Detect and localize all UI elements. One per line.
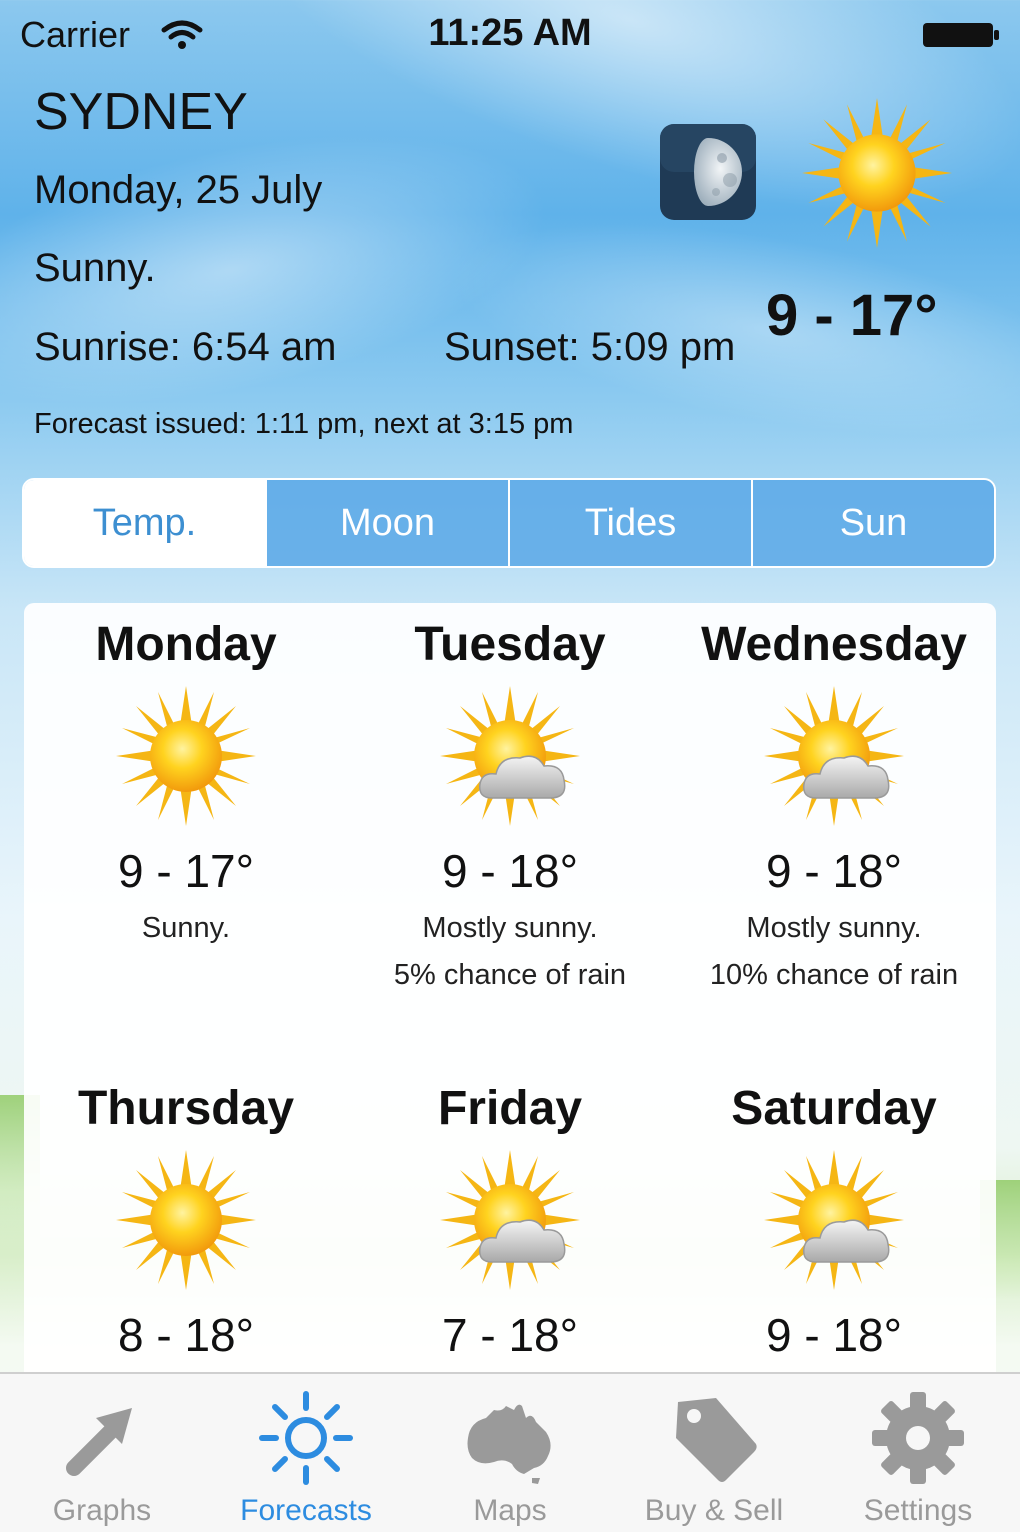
status-time: 11:25 AM bbox=[428, 12, 592, 54]
sunrise-time: Sunrise: 6:54 am bbox=[34, 325, 337, 369]
tab-bar: Graphs Forecasts Maps Buy & Sell Setting… bbox=[0, 1372, 1020, 1532]
sunset-time: Sunset: 5:09 pm bbox=[444, 325, 736, 369]
tab-label: Graphs bbox=[52, 1494, 152, 1527]
forecast-day-wednesday[interactable]: Wednesday 9 - 18° Mostly sunny. 10% chan… bbox=[672, 603, 996, 992]
sun-cloud-icon bbox=[440, 686, 580, 826]
current-date: Monday, 25 July bbox=[34, 168, 323, 212]
status-bar: Carrier 11:25 AM bbox=[0, 0, 1020, 70]
day-name: Saturday bbox=[731, 1082, 937, 1135]
day-name: Friday bbox=[437, 1082, 583, 1135]
day-temp-range: 9 - 18° bbox=[441, 845, 579, 897]
tab-label: Maps bbox=[473, 1494, 547, 1527]
segment-moon[interactable]: Moon bbox=[265, 480, 508, 566]
arrow-icon bbox=[66, 1408, 132, 1476]
day-description: Sunny. bbox=[141, 912, 231, 944]
gear-icon bbox=[872, 1392, 964, 1484]
current-condition: Sunny. bbox=[34, 246, 156, 290]
forecast-day-monday[interactable]: Monday 9 - 17° Sunny. bbox=[24, 603, 348, 945]
day-description: Mostly sunny. bbox=[746, 912, 922, 944]
battery-icon bbox=[923, 23, 999, 47]
day-name: Thursday bbox=[77, 1082, 295, 1135]
tab-maps[interactable]: Maps bbox=[408, 1374, 612, 1532]
day-temp-range: 9 - 17° bbox=[117, 845, 255, 897]
day-name: Tuesday bbox=[414, 618, 606, 671]
sun-outline-icon bbox=[259, 1391, 353, 1485]
sun-icon bbox=[116, 686, 256, 826]
view-segmented-control: Temp. Moon Tides Sun bbox=[22, 478, 996, 568]
segment-tides[interactable]: Tides bbox=[508, 480, 751, 566]
day-rain-chance: 10% chance of rain bbox=[709, 959, 959, 991]
current-temp-range: 9 - 17° bbox=[766, 283, 938, 348]
day-rain-chance: 5% chance of rain bbox=[393, 959, 627, 991]
moon-phase-icon[interactable] bbox=[660, 124, 756, 220]
segment-temp[interactable]: Temp. bbox=[24, 480, 265, 566]
forecast-day-tuesday[interactable]: Tuesday 9 - 18° Mostly sunny. 5% chance … bbox=[348, 603, 672, 992]
forecast-day-saturday[interactable]: Saturday 9 - 18° bbox=[672, 1067, 996, 1362]
sun-cloud-icon bbox=[440, 1150, 580, 1290]
segment-sun[interactable]: Sun bbox=[751, 480, 994, 566]
day-temp-range: 9 - 18° bbox=[765, 1309, 903, 1361]
sun-cloud-icon bbox=[764, 686, 904, 826]
tag-icon bbox=[676, 1398, 757, 1482]
day-temp-range: 8 - 18° bbox=[117, 1309, 255, 1361]
city-name: SYDNEY bbox=[34, 83, 248, 141]
day-description: Mostly sunny. bbox=[422, 912, 598, 944]
day-name: Monday bbox=[95, 618, 277, 671]
sun-icon bbox=[802, 98, 952, 248]
tab-label: Buy & Sell bbox=[644, 1494, 784, 1527]
tab-settings[interactable]: Settings bbox=[816, 1374, 1020, 1532]
sun-cloud-icon bbox=[764, 1150, 904, 1290]
tab-forecasts[interactable]: Forecasts bbox=[204, 1374, 408, 1532]
tab-buy-sell[interactable]: Buy & Sell bbox=[612, 1374, 816, 1532]
australia-map-icon bbox=[467, 1404, 551, 1484]
forecast-day-thursday[interactable]: Thursday 8 - 18° bbox=[24, 1067, 348, 1362]
day-temp-range: 9 - 18° bbox=[765, 845, 903, 897]
forecast-panel: Monday 9 - 17° Sunny. Tuesday 9 - 18° Mo… bbox=[24, 603, 996, 1403]
sun-icon bbox=[116, 1150, 256, 1290]
day-temp-range: 7 - 18° bbox=[441, 1309, 579, 1361]
tab-label: Forecasts bbox=[240, 1494, 372, 1527]
tab-graphs[interactable]: Graphs bbox=[0, 1374, 204, 1532]
forecast-issued: Forecast issued: 1:11 pm, next at 3:15 p… bbox=[34, 408, 574, 440]
forecast-day-friday[interactable]: Friday 7 - 18° bbox=[348, 1067, 672, 1362]
day-name: Wednesday bbox=[701, 618, 967, 671]
tab-label: Settings bbox=[863, 1494, 973, 1527]
